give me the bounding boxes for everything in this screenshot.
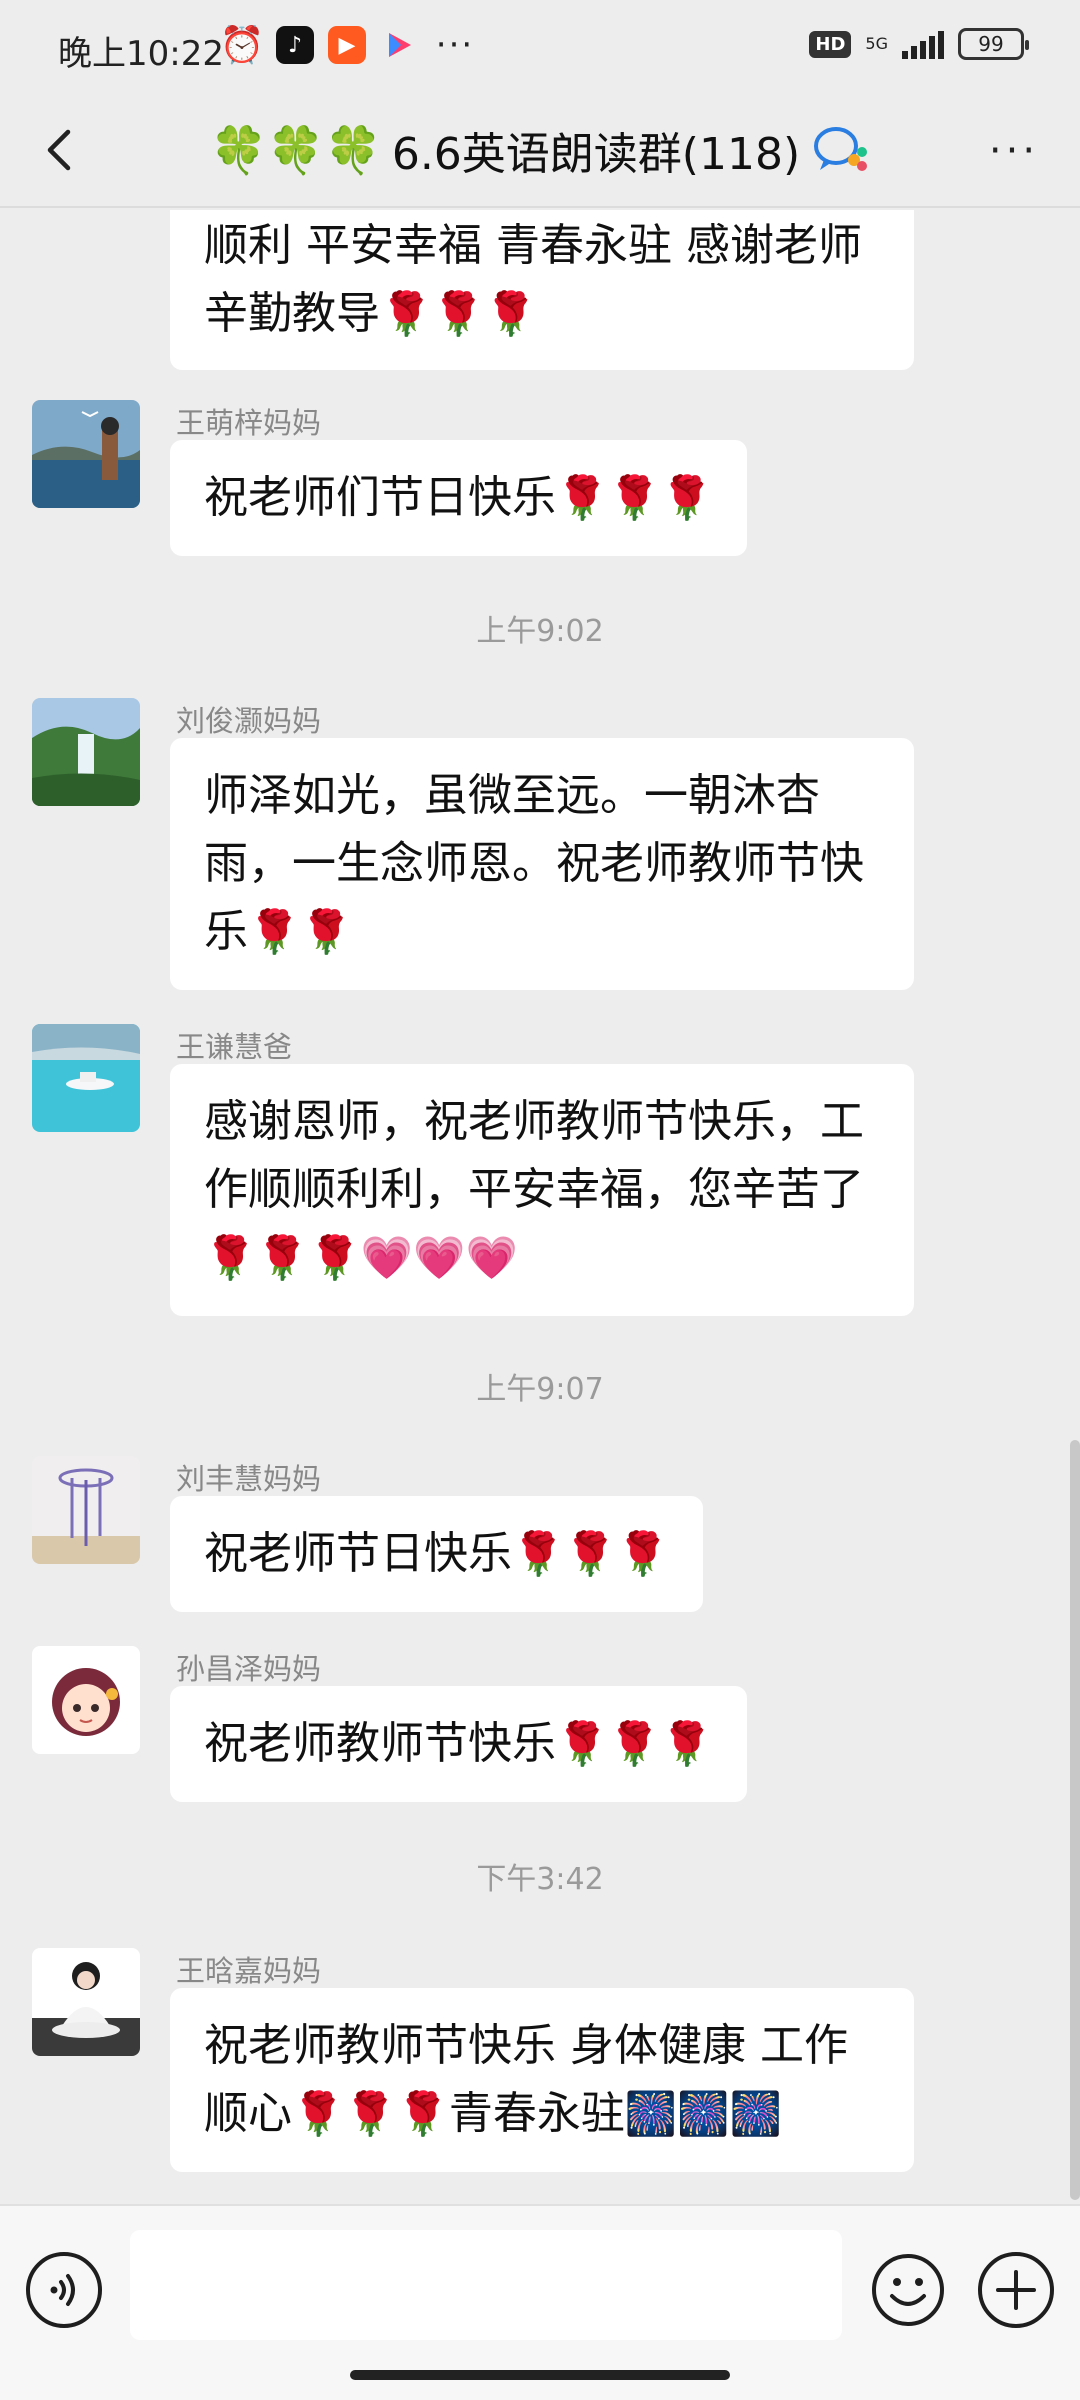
clover-emoji: 🍀🍀🍀	[210, 122, 382, 177]
home-indicator[interactable]	[350, 2370, 730, 2380]
sender-name: 刘俊灏妈妈	[176, 704, 322, 738]
signal-icon	[902, 29, 944, 59]
rose-emoji: 🌹🌹	[248, 907, 353, 956]
sender-name: 孙昌泽妈妈	[176, 1652, 322, 1686]
voice-icon	[50, 2274, 75, 2306]
sender-name: 王谦慧爸	[176, 1030, 293, 1064]
message-text-continued: 青春永驻	[448, 2088, 625, 2139]
avatar[interactable]	[32, 1948, 140, 2056]
message-bubble[interactable]: 祝老师教师节快乐🌹🌹🌹	[170, 1686, 747, 1802]
more-notifications-icon: ···	[435, 25, 475, 65]
avatar[interactable]	[32, 400, 140, 508]
avatar[interactable]	[32, 1024, 140, 1132]
sender-name: 刘丰慧妈妈	[176, 1462, 322, 1496]
rose-emoji: 🌹🌹🌹	[512, 1529, 669, 1578]
plus-icon	[996, 2270, 1036, 2310]
status-time: 晚上10:22	[58, 34, 224, 74]
message-list[interactable]: 顺利 平安幸福 青春永驻 感谢老师辛勤教导🌹🌹🌹 王萌梓妈妈 祝老师们节日快乐🌹…	[0, 210, 1080, 2204]
smiley-icon	[872, 2254, 944, 2326]
message-bubble[interactable]: 祝老师节日快乐🌹🌹🌹	[170, 1496, 703, 1612]
group-name: 6.6英语朗读群(118)	[391, 129, 801, 180]
battery-level: 99	[978, 32, 1004, 56]
sender-name: 王萌梓妈妈	[176, 406, 322, 440]
message-input[interactable]	[130, 2230, 842, 2340]
message-bubble[interactable]: 师泽如光，虽微至远。一朝沐杏雨，一生念师恩。祝老师教师节快乐🌹🌹	[170, 738, 914, 990]
alarm-icon: ⏰	[219, 25, 265, 66]
video-app-icon	[380, 26, 418, 64]
back-arrow-icon	[47, 129, 71, 171]
rose-heart-emoji: 🌹🌹🌹💗💗💗	[204, 1233, 518, 1282]
message-bubble[interactable]: 祝老师教师节快乐 身体健康 工作顺心🌹🌹🌹青春永驻🎆🎆🎆	[170, 1988, 914, 2172]
message-bubble[interactable]: 顺利 平安幸福 青春永驻 感谢老师辛勤教导🌹🌹🌹	[170, 210, 914, 370]
more-functions-button[interactable]	[978, 2252, 1054, 2328]
sender-name: 王晗嘉妈妈	[176, 1954, 322, 1988]
scrollbar[interactable]	[1070, 1440, 1080, 2200]
message-bubble[interactable]: 祝老师们节日快乐🌹🌹🌹	[170, 440, 747, 556]
message-text: 感谢恩师，祝老师教师节快乐，工作顺顺利利，平安幸福，您辛苦了	[204, 1096, 864, 1215]
avatar[interactable]	[32, 1646, 140, 1754]
voice-input-button[interactable]	[26, 2252, 102, 2328]
chat-header: 🍀🍀🍀 6.6英语朗读群(118) ···	[0, 96, 1080, 208]
back-button[interactable]	[30, 118, 94, 182]
rose-emoji: 🌹🌹🌹	[380, 289, 537, 338]
fireworks-emoji: 🎆🎆🎆	[624, 2089, 782, 2138]
more-options-button[interactable]: ···	[984, 126, 1044, 176]
chat-title: 🍀🍀🍀 6.6英语朗读群(118)	[210, 118, 870, 182]
battery-icon: 99	[958, 28, 1029, 60]
rose-emoji: 🌹🌹🌹	[556, 473, 713, 522]
status-bar: 晚上10:22 ⏰ ♪ ▶ ··· HD 5G 99	[0, 0, 1080, 96]
chat-screen: 晚上10:22 ⏰ ♪ ▶ ··· HD 5G 99 🍀🍀🍀 6.6英语朗读群(…	[0, 0, 1080, 2400]
timestamp: 上午9:07	[476, 1372, 604, 1407]
timestamp: 上午9:02	[476, 614, 604, 649]
tiktok-icon: ♪	[276, 26, 314, 64]
hd-icon: HD	[809, 30, 852, 58]
avatar[interactable]	[32, 1456, 140, 1564]
avatar[interactable]	[32, 698, 140, 806]
message-bubble[interactable]: 感谢恩师，祝老师教师节快乐，工作顺顺利利，平安幸福，您辛苦了 🌹🌹🌹💗💗💗	[170, 1064, 914, 1316]
notification-icons: ⏰ ♪ ▶ ···	[219, 25, 478, 66]
message-text: 祝老师们节日快乐	[204, 472, 556, 523]
kuaishou-icon: ▶	[328, 26, 366, 64]
message-text: 祝老师教师节快乐	[204, 1718, 556, 1769]
message-text: 祝老师节日快乐	[204, 1528, 512, 1579]
timestamp: 下午3:42	[476, 1862, 604, 1897]
system-status: HD 5G 99	[809, 28, 1029, 60]
group-chat-icon	[814, 127, 868, 171]
rose-emoji: 🌹🌹🌹	[292, 2089, 449, 2138]
network-type: 5G	[865, 34, 888, 53]
rose-emoji: 🌹🌹🌹	[556, 1719, 713, 1768]
emoji-button[interactable]	[870, 2252, 946, 2328]
